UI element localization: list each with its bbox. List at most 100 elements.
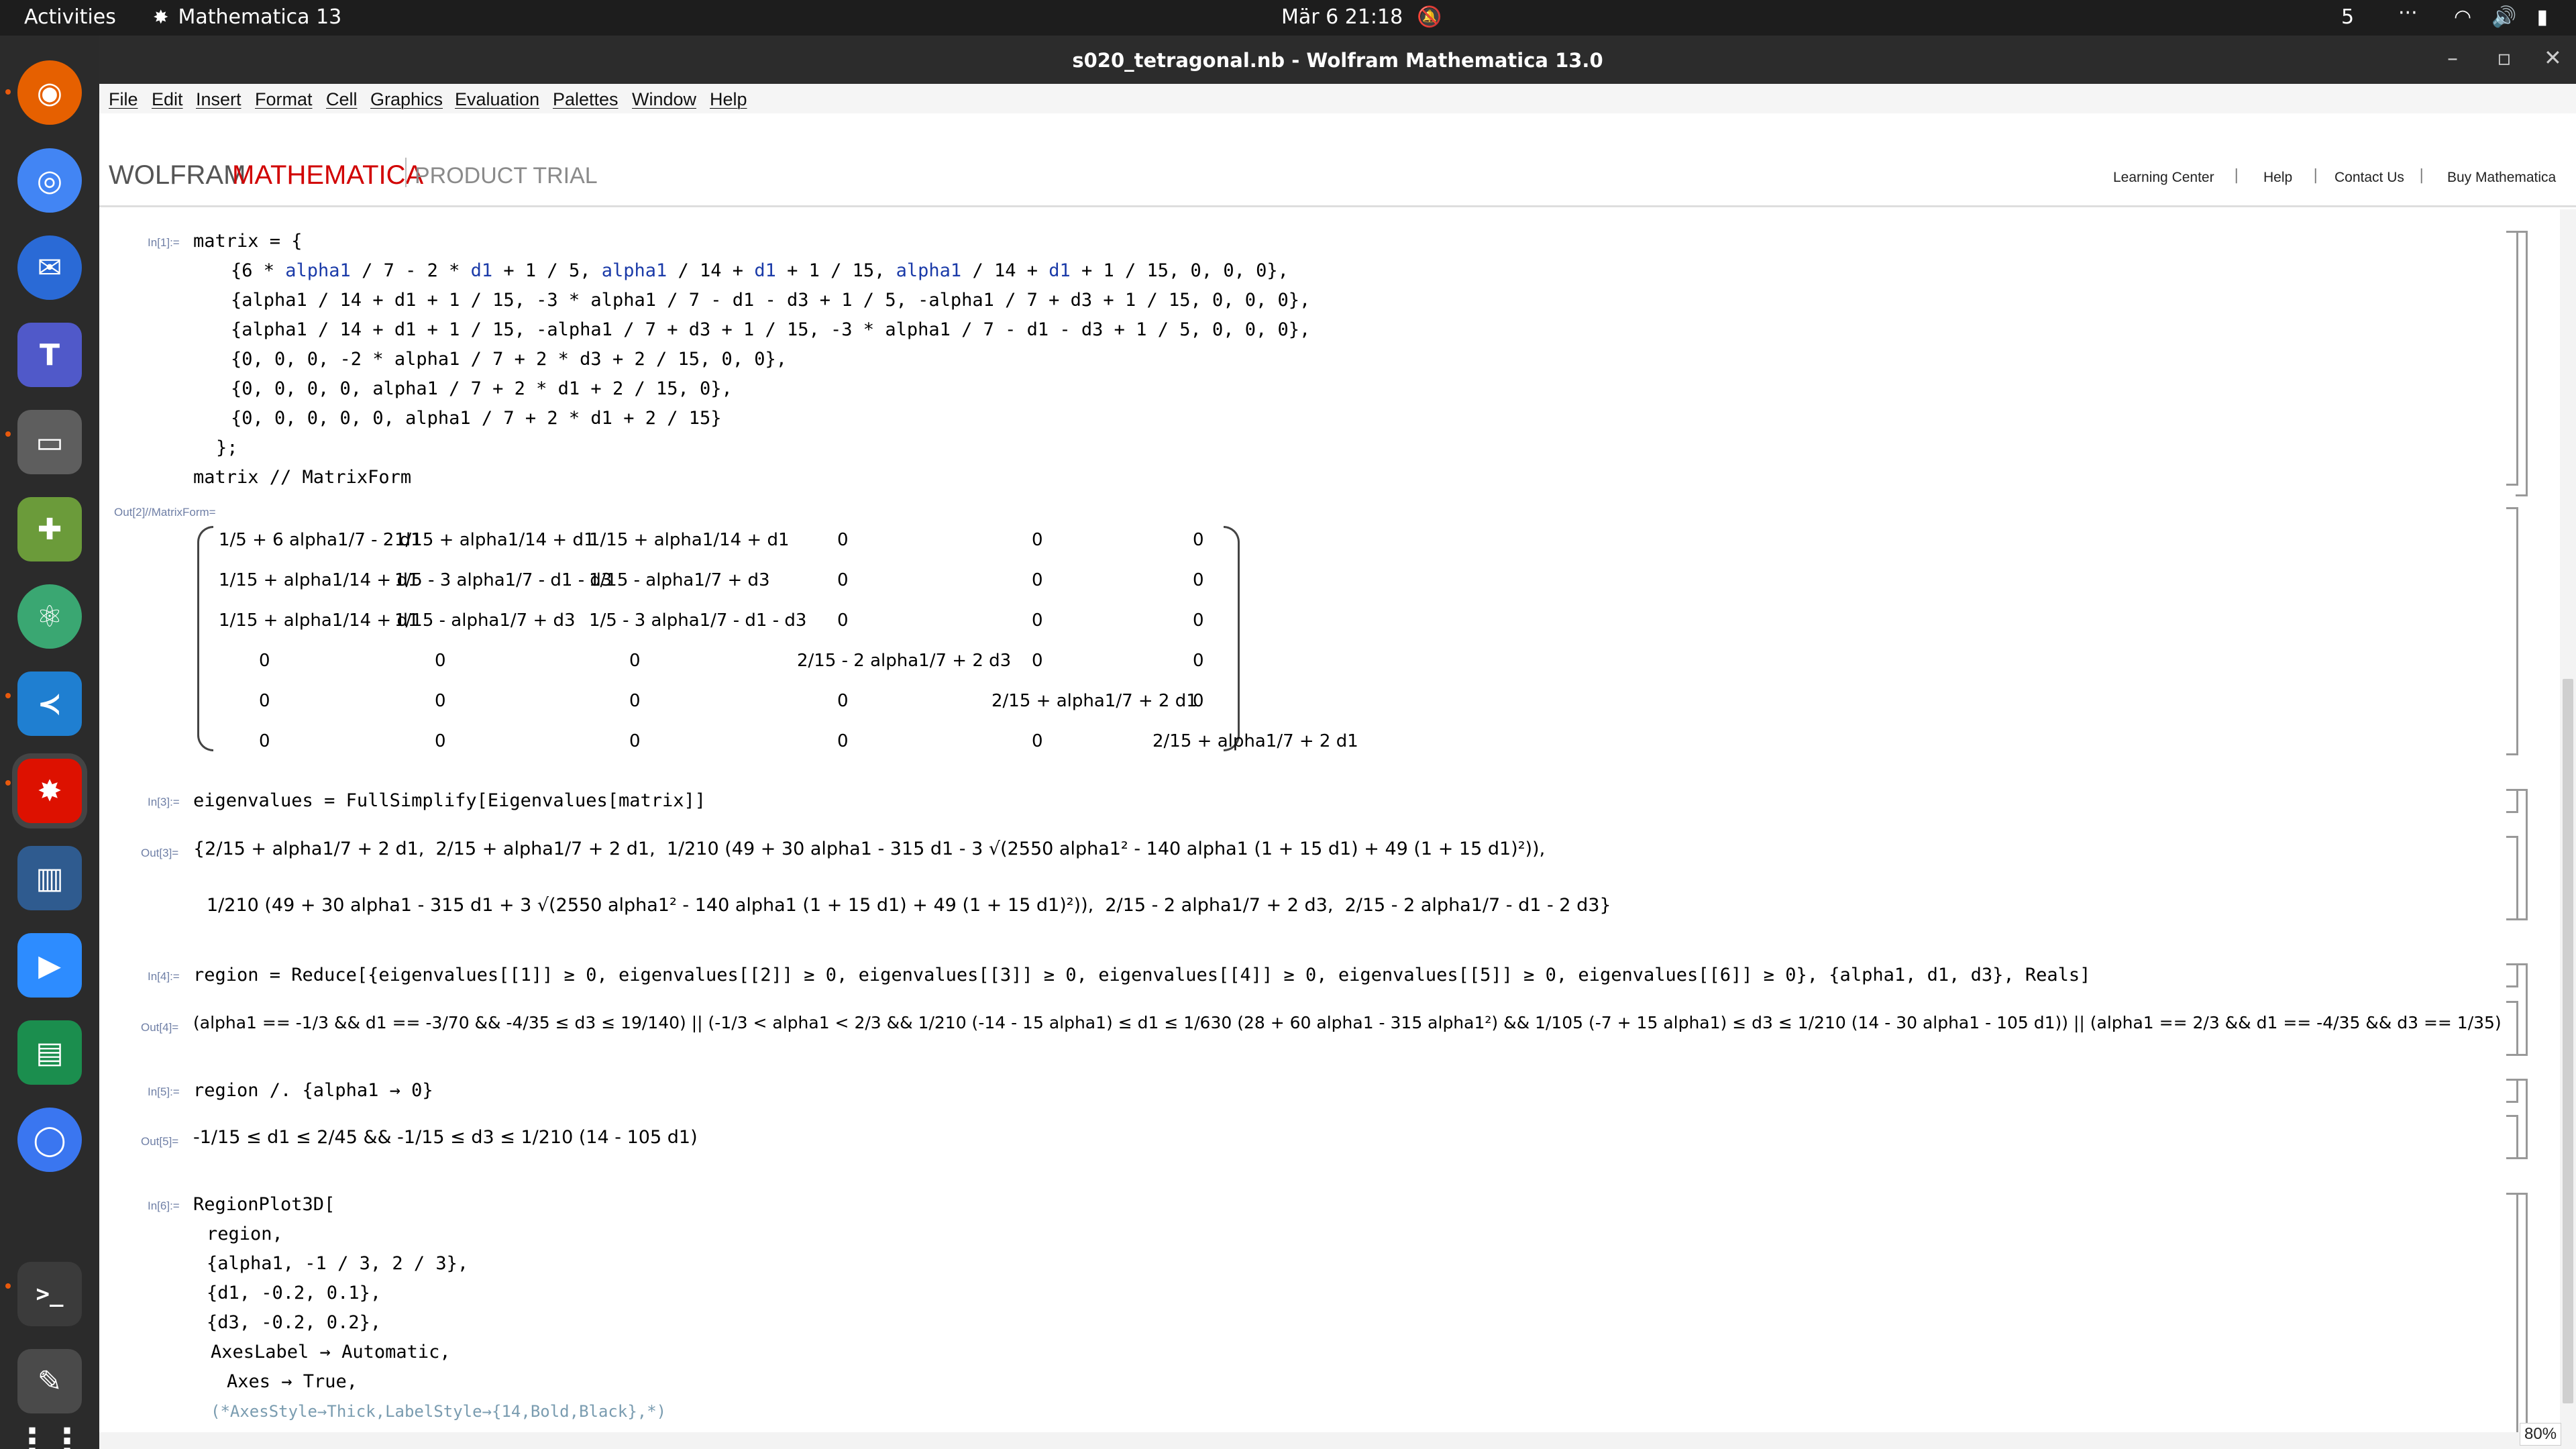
horizontal-scrollbar[interactable]	[99, 1432, 2576, 1449]
menu-evaluation[interactable]: Evaluation	[455, 89, 539, 110]
cell-bracket[interactable]	[2506, 789, 2518, 813]
input-label: In[5]:=	[148, 1085, 180, 1098]
cell-bracket[interactable]	[2506, 1115, 2518, 1159]
output-line[interactable]: {2/15 + alpha1/7 + 2 d1, 2/15 + alpha1/7…	[193, 839, 1545, 859]
input-line[interactable]: {alpha1 / 14 + d1 + 1 / 15, -3 * alpha1 …	[231, 290, 1310, 311]
matrix-cell: 0	[629, 731, 641, 751]
vertical-scrollbar[interactable]	[2560, 209, 2576, 1432]
input-line[interactable]: {6 * alpha1 / 7 - 2 * d1 + 1 / 5, alpha1…	[231, 260, 1289, 281]
learning-center-link[interactable]: Learning Center	[2113, 170, 2214, 186]
window-titlebar[interactable]: s020_tetragonal.nb - Wolfram Mathematica…	[99, 36, 2576, 84]
teams-icon[interactable]: T	[17, 323, 82, 387]
minimize-button[interactable]: –	[2447, 45, 2458, 70]
cell-bracket[interactable]	[2506, 1079, 2518, 1103]
matrix-cell: 0	[837, 691, 849, 711]
menu-window[interactable]: Window	[632, 89, 696, 110]
notifications-muted-icon[interactable]: 🔕	[1417, 5, 1442, 29]
output-line[interactable]: (alpha1 == -1/3 && d1 == -3/70 && -4/35 …	[193, 1013, 2502, 1032]
input-label: In[3]:=	[148, 796, 180, 808]
focused-app-menu[interactable]: ✸ Mathematica 13	[153, 5, 341, 29]
matrix-cell: 0	[259, 651, 270, 671]
thunderbird-icon[interactable]: ✉	[17, 235, 82, 300]
mathematica-dock-icon[interactable]: ✸	[17, 759, 82, 823]
workspace-indicator[interactable]: 5	[2341, 5, 2354, 29]
contact-us-link[interactable]: Contact Us	[2334, 170, 2404, 186]
cell-bracket[interactable]	[2506, 507, 2518, 755]
cell-bracket[interactable]	[2506, 1193, 2518, 1432]
close-button[interactable]: ✕	[2544, 45, 2562, 70]
notes-icon[interactable]: ▤	[17, 1020, 82, 1085]
link-divider: |	[2419, 167, 2424, 184]
application-dock: ◉ ◎ ✉ T ▭ ✚ ⚛ ≺ ✸ ▥ ▶ ▤ ◯ >_ ✎ ⋮⋮	[0, 36, 99, 1449]
input-line[interactable]: region /. {alpha1 → 0}	[193, 1080, 433, 1101]
extensions-icon[interactable]: ✚	[17, 497, 82, 561]
scrollbar-thumb[interactable]	[2563, 679, 2573, 1403]
brand-separator	[405, 158, 407, 187]
output-label: Out[5]=	[141, 1135, 179, 1148]
cell-bracket[interactable]	[2506, 231, 2518, 486]
input-line[interactable]: {0, 0, 0, -2 * alpha1 / 7 + 2 * d3 + 2 /…	[231, 349, 787, 370]
comment-line[interactable]: (*AxesStyle→Thick,LabelStyle→{14,Bold,Bl…	[211, 1402, 666, 1421]
cell-bracket[interactable]	[2506, 1001, 2518, 1056]
input-line[interactable]: region = Reduce[{eigenvalues[[1]] ≥ 0, e…	[193, 965, 2090, 985]
system-tray[interactable]: ◠ 🔊 ▮	[2454, 5, 2548, 29]
input-line[interactable]: RegionPlot3D[	[193, 1194, 335, 1215]
input-line[interactable]: AxesLabel → Automatic,	[211, 1342, 451, 1362]
zoom-icon[interactable]: ▶	[17, 933, 82, 998]
battery-icon: ▮	[2536, 5, 2548, 29]
overflow-indicator[interactable]: ···	[2398, 1, 2418, 25]
atom-icon[interactable]: ⚛	[17, 584, 82, 649]
menu-file[interactable]: File	[109, 89, 138, 110]
buy-mathematica-link[interactable]: Buy Mathematica	[2447, 170, 2556, 186]
files-icon[interactable]: ▭	[17, 410, 82, 474]
show-applications-icon[interactable]: ⋮⋮	[15, 1409, 85, 1449]
cell-bracket[interactable]	[2506, 836, 2518, 920]
matrix-cell: 0	[1032, 570, 1043, 590]
menu-palettes[interactable]: Palettes	[553, 89, 619, 110]
menu-insert[interactable]: Insert	[196, 89, 241, 110]
input-line[interactable]: };	[216, 437, 238, 458]
clock[interactable]: Mär 6 21:18	[1281, 5, 1403, 29]
input-line[interactable]: {0, 0, 0, 0, 0, alpha1 / 7 + 2 * d1 + 2 …	[231, 408, 722, 429]
matrix-cell: 1/15 + alpha1/14 + d1	[219, 570, 419, 590]
output-label: Out[2]//MatrixForm=	[114, 506, 216, 519]
firefox-icon[interactable]: ◉	[17, 60, 82, 125]
input-line[interactable]: matrix = {	[193, 231, 303, 252]
terminal-icon[interactable]: >_	[17, 1262, 82, 1326]
output-line[interactable]: 1/210 (49 + 30 alpha1 - 315 d1 + 3 √(255…	[207, 895, 1611, 916]
input-line[interactable]: {0, 0, 0, 0, alpha1 / 7 + 2 * d1 + 2 / 1…	[231, 378, 733, 399]
input-line[interactable]: eigenvalues = FullSimplify[Eigenvalues[m…	[193, 790, 706, 811]
input-line[interactable]: {alpha1 / 14 + d1 + 1 / 15, -alpha1 / 7 …	[231, 319, 1310, 340]
maximize-button[interactable]: ▫	[2497, 45, 2512, 70]
input-line[interactable]: region,	[207, 1224, 283, 1244]
menu-graphics[interactable]: Graphics	[370, 89, 443, 110]
output-line[interactable]: -1/15 ≤ d1 ≤ 2/45 && -1/15 ≤ d3 ≤ 1/210 …	[193, 1127, 698, 1148]
input-line[interactable]: matrix // MatrixForm	[193, 467, 411, 488]
input-line[interactable]: {alpha1, -1 / 3, 2 / 3},	[207, 1253, 468, 1274]
text-editor-icon[interactable]: ✎	[17, 1349, 82, 1413]
menu-format[interactable]: Format	[255, 89, 313, 110]
chrome-icon[interactable]: ◎	[17, 148, 82, 213]
matrix-cell: 1/15 + alpha1/14 + d1	[589, 530, 790, 550]
menu-edit[interactable]: Edit	[152, 89, 183, 110]
matrix-cell: 0	[259, 691, 270, 711]
zoom-level-menu[interactable]: 80%	[2520, 1423, 2562, 1446]
input-line[interactable]: Axes → True,	[227, 1371, 358, 1392]
notebook-area[interactable]: In[1]:= matrix = { {6 * alpha1 / 7 - 2 *…	[99, 209, 2576, 1432]
menu-cell[interactable]: Cell	[326, 89, 358, 110]
help-link[interactable]: Help	[2263, 170, 2292, 186]
code-token: + 1 / 15, 0, 0, 0},	[1070, 260, 1289, 281]
input-line[interactable]: {d1, -0.2, 0.1},	[207, 1283, 381, 1303]
menu-help[interactable]: Help	[710, 89, 747, 110]
matrix-cell: 0	[435, 731, 446, 751]
cell-bracket[interactable]	[2506, 963, 2518, 987]
calibre-icon[interactable]: ▥	[17, 846, 82, 910]
input-line[interactable]: {d3, -0.2, 0.2},	[207, 1312, 381, 1333]
code-variable: d1	[470, 260, 493, 281]
code-token: {6 *	[231, 260, 286, 281]
code-variable: d1	[1049, 260, 1071, 281]
vscode-icon[interactable]: ≺	[17, 672, 82, 736]
volume-icon: 🔊	[2491, 5, 2517, 29]
activities-button[interactable]: Activities	[24, 5, 116, 29]
signal-icon[interactable]: ◯	[17, 1108, 82, 1172]
